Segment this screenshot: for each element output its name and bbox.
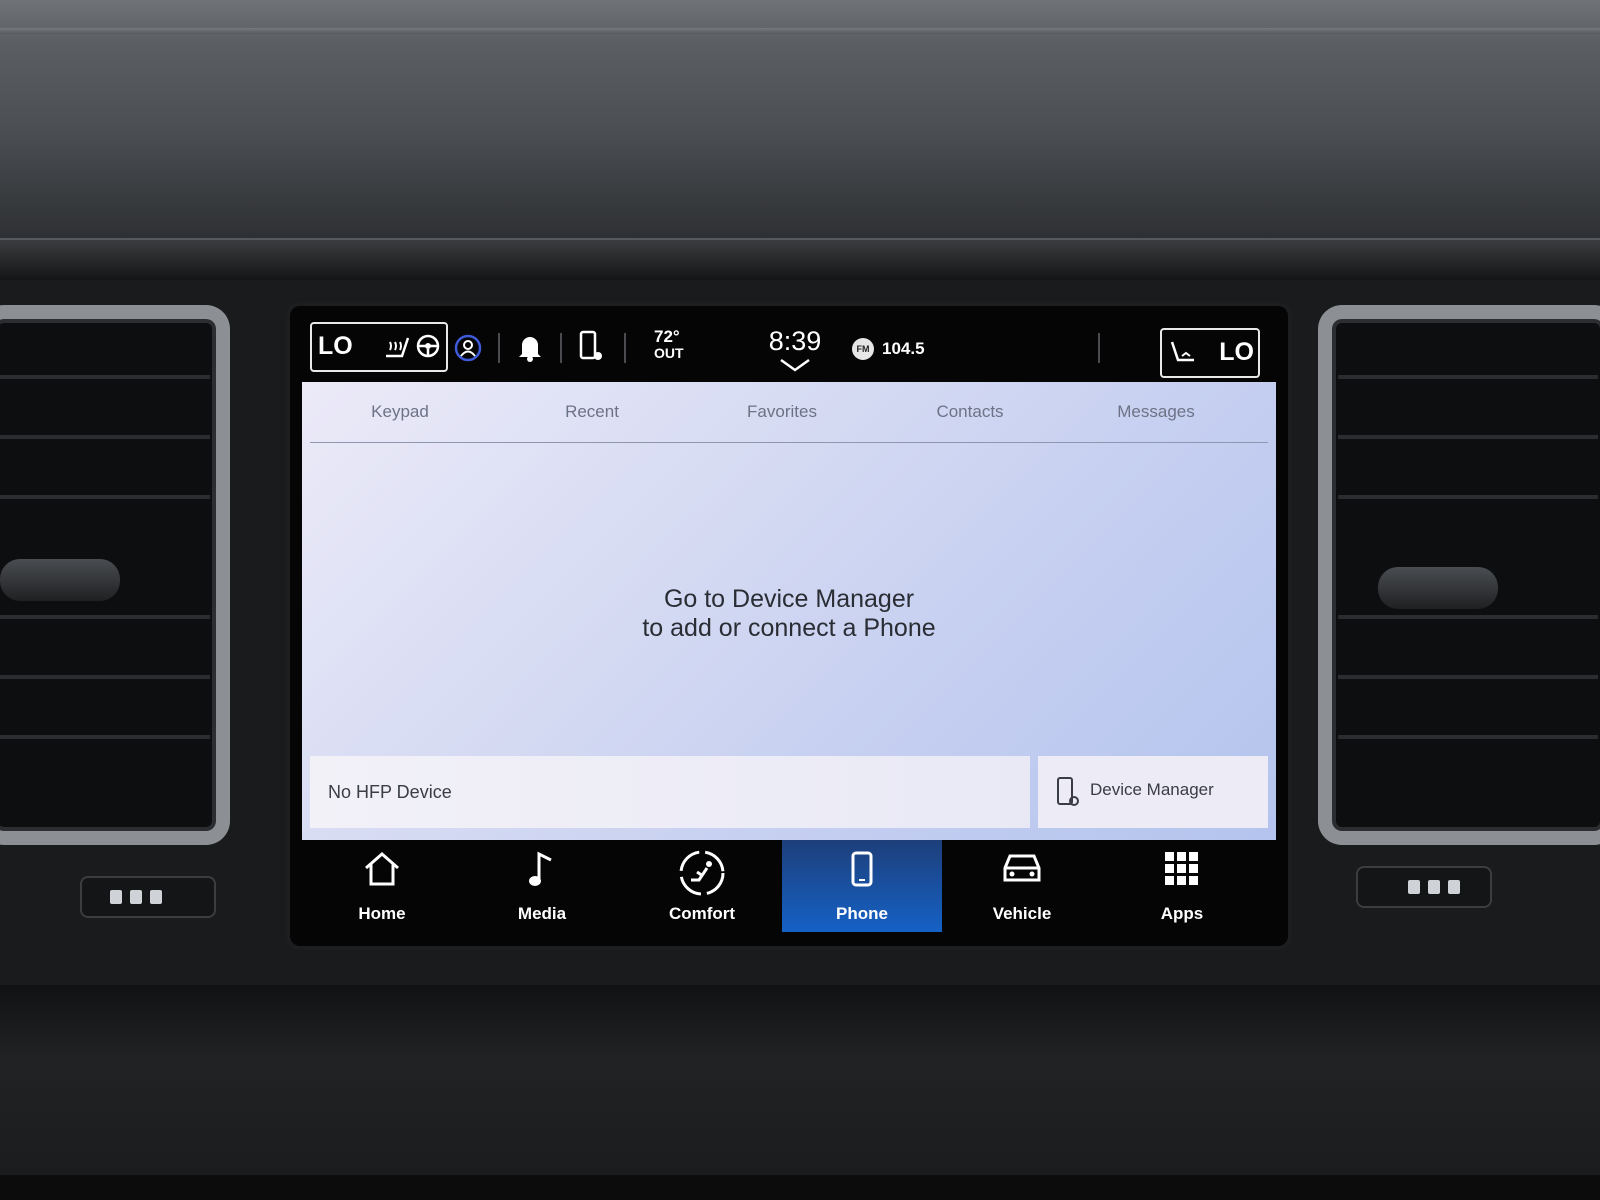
nav-vehicle[interactable]: Vehicle [942,840,1102,932]
apps-grid-icon [1165,852,1198,885]
message-line-2: to add or connect a Phone [642,614,936,642]
left-air-vent [0,305,230,845]
nav-media-label: Media [517,904,567,923]
heated-steering-wheel-icon [416,334,440,358]
driver-seat-heat-button[interactable]: LO [310,322,448,372]
chevron-down-icon[interactable] [779,358,811,372]
dashboard-bottom [0,985,1600,1200]
dashboard-top [0,0,1600,245]
radio-frequency[interactable]: 104.5 [882,339,925,359]
phone-app-area: Keypad Recent Favorites Contacts Message… [302,382,1276,840]
home-icon [365,852,399,886]
clock[interactable]: 8:39 [760,326,830,357]
music-note-icon [529,851,552,886]
status-divider [1098,333,1100,363]
nav-apps-label: Apps [1160,904,1204,923]
radio-band-badge: FM [852,338,874,360]
right-air-vent [1318,305,1600,845]
message-line-1: Go to Device Manager [663,585,915,613]
nav-vehicle-label: Vehicle [992,904,1052,923]
comfort-seat-icon [679,850,725,896]
tab-contacts[interactable]: Contacts [936,402,1003,422]
passenger-seat-icon [1170,341,1194,362]
nav-phone[interactable]: Phone [782,840,942,932]
nav-media[interactable]: Media [462,840,622,932]
device-manager-label: Device Manager [1090,780,1214,799]
hfp-status-bar: No HFP Device [310,756,1030,828]
hfp-status-text: No HFP Device [328,782,452,802]
device-manager-button[interactable]: Device Manager [1038,756,1268,828]
nav-home[interactable]: Home [302,840,462,932]
phone-tabs: Keypad Recent Favorites Contacts Message… [310,382,1268,443]
passenger-seat-heat-button[interactable]: LO [1160,328,1260,378]
right-vent-switch[interactable] [1356,866,1492,908]
phone-settings-icon[interactable] [578,330,604,364]
nav-comfort-label: Comfort [668,904,736,923]
tab-favorites[interactable]: Favorites [747,402,817,422]
passenger-seat-level: LO [1219,338,1254,366]
dashboard-rim [0,238,1600,280]
nav-apps[interactable]: Apps [1102,840,1262,932]
phone-icon [851,851,873,887]
driver-seat-level: LO [318,332,353,360]
nav-phone-label: Phone [836,904,888,923]
console-trim [0,1175,1600,1200]
dashboard-seam [0,28,1600,34]
left-vent-switch[interactable] [80,876,216,918]
nav-comfort[interactable]: Comfort [622,840,782,932]
notification-bell-icon[interactable] [516,332,544,362]
driver-profile-icon[interactable] [454,334,482,362]
status-divider [498,333,500,363]
tab-messages[interactable]: Messages [1117,402,1194,422]
car-icon [1003,854,1041,882]
nav-home-label: Home [358,904,406,923]
status-divider [624,333,626,363]
heated-seat-icon [386,337,410,358]
connect-phone-message: Go to Device Manager to add or connect a… [302,585,1276,643]
outside-temperature: 72° OUT [654,328,684,362]
outside-temp-label: OUT [654,345,684,361]
tab-keypad[interactable]: Keypad [371,402,429,422]
outside-temp-value: 72° [654,327,680,346]
bottom-nav: Home Media Comfort Phone Vehicle Apps [302,840,1276,932]
status-bar: LO 72° OUT 8:39 FM 104.5 LO [302,320,1276,380]
status-divider [560,333,562,363]
phone-settings-icon [1057,777,1079,806]
tab-recent[interactable]: Recent [565,402,619,422]
